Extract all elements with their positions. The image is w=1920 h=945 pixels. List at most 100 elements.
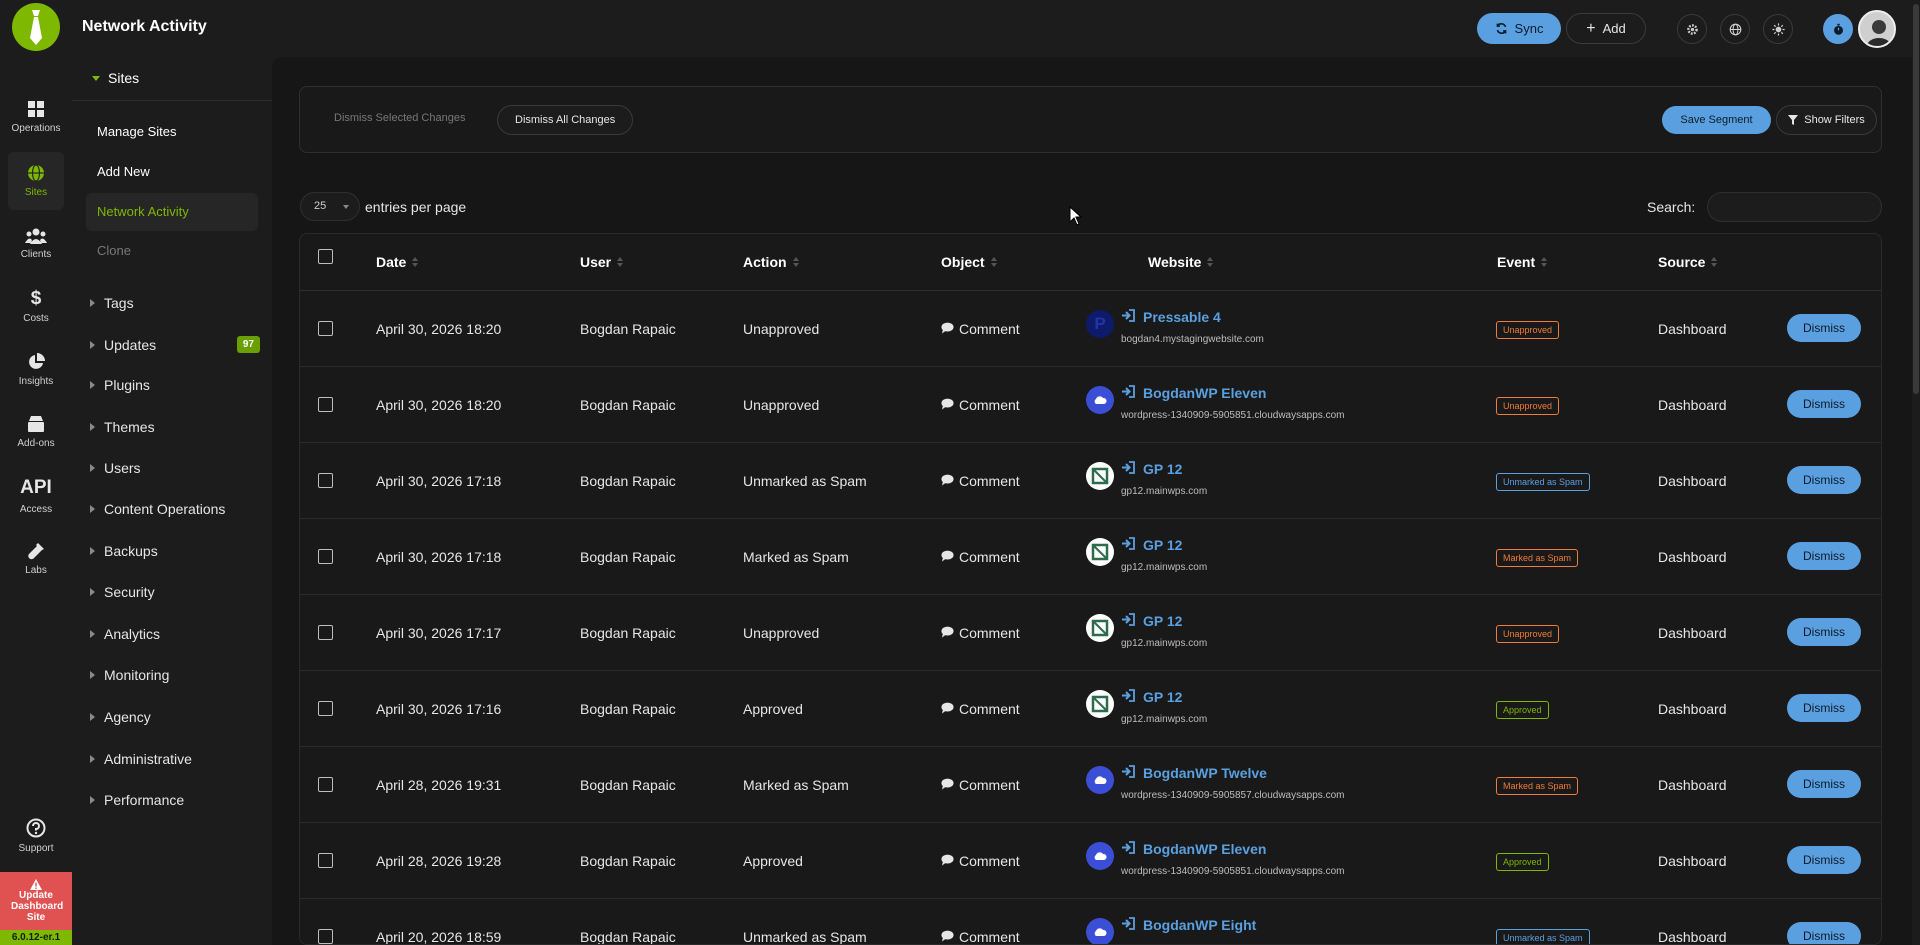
website-link[interactable]: Pressable 4 bbox=[1121, 309, 1221, 325]
sidebar-group-themes[interactable]: Themes bbox=[90, 419, 260, 435]
dismiss-selected-button[interactable]: Dismiss Selected Changes bbox=[334, 112, 465, 124]
cloudways-host-icon bbox=[1086, 842, 1114, 870]
rail-insights[interactable]: Insights bbox=[0, 341, 72, 399]
select-all-checkbox[interactable] bbox=[318, 249, 333, 264]
website-link[interactable]: GP 12 bbox=[1121, 613, 1182, 629]
theme-sun-icon[interactable] bbox=[1763, 14, 1793, 44]
column-header-website[interactable]: Website bbox=[1148, 254, 1214, 270]
sidebar-group-agency[interactable]: Agency bbox=[90, 709, 260, 725]
table-row: April 28, 2026 19:28 Bogdan Rapaic Approve… bbox=[300, 823, 1881, 899]
rail-clients[interactable]: Clients bbox=[0, 215, 72, 273]
column-header-source[interactable]: Source bbox=[1658, 254, 1718, 270]
sidebar-group-performance[interactable]: Performance bbox=[90, 792, 260, 808]
sidebar-group-administrative[interactable]: Administrative bbox=[90, 751, 260, 767]
table-row: April 30, 2026 17:18 Bogdan Rapaic Marked … bbox=[300, 519, 1881, 595]
website-link[interactable]: BogdanWP Eleven bbox=[1121, 385, 1266, 401]
app-root: Network Activity Sync + Add Operations S… bbox=[0, 0, 1920, 945]
rail-addons[interactable]: Add-ons bbox=[0, 403, 72, 461]
rail-access[interactable]: API Access bbox=[0, 467, 72, 525]
row-checkbox[interactable] bbox=[318, 929, 333, 944]
version-label: 6.0.12-er.1 bbox=[0, 930, 72, 945]
website-link[interactable]: GP 12 bbox=[1121, 461, 1182, 477]
website-link[interactable]: BogdanWP Eleven bbox=[1121, 841, 1266, 857]
sidebar-group-tags[interactable]: Tags bbox=[90, 295, 260, 311]
website-link[interactable]: GP 12 bbox=[1121, 537, 1182, 553]
row-checkbox[interactable] bbox=[318, 473, 333, 488]
dismiss-button[interactable]: Dismiss bbox=[1787, 618, 1861, 646]
row-checkbox[interactable] bbox=[318, 777, 333, 792]
website-link[interactable]: BogdanWP Twelve bbox=[1121, 765, 1267, 781]
chevron-right-icon bbox=[90, 547, 95, 555]
rail-sites[interactable]: Sites bbox=[8, 152, 64, 210]
sidebar-group-analytics[interactable]: Analytics bbox=[90, 626, 260, 642]
save-segment-button[interactable]: Save Segment bbox=[1662, 106, 1771, 134]
update-dashboard-button[interactable]: Update Dashboard Site bbox=[0, 872, 72, 930]
sidebar-item-manage-sites[interactable]: Manage Sites bbox=[97, 124, 177, 139]
column-label: Object bbox=[941, 254, 985, 270]
add-button[interactable]: + Add bbox=[1566, 13, 1646, 44]
show-filters-button[interactable]: Show Filters bbox=[1776, 105, 1877, 135]
row-checkbox[interactable] bbox=[318, 397, 333, 412]
row-checkbox[interactable] bbox=[318, 625, 333, 640]
search-input[interactable] bbox=[1707, 192, 1882, 222]
dismiss-button[interactable]: Dismiss bbox=[1787, 390, 1861, 418]
dismiss-button[interactable]: Dismiss bbox=[1787, 466, 1861, 494]
sidebar-group-content-operations[interactable]: Content Operations bbox=[90, 501, 260, 517]
sidebar-group-updates[interactable]: Updates 97 bbox=[90, 336, 260, 353]
sidebar-group-label: Analytics bbox=[104, 626, 161, 642]
user-avatar[interactable] bbox=[1858, 10, 1896, 48]
globe-icon[interactable] bbox=[1720, 14, 1750, 44]
sidebar-group-security[interactable]: Security bbox=[90, 584, 260, 600]
login-icon bbox=[1121, 917, 1135, 933]
settings-gear-icon[interactable] bbox=[1677, 14, 1707, 44]
website-name: BogdanWP Twelve bbox=[1143, 765, 1267, 781]
sidebar-item-network-activity[interactable]: Network Activity bbox=[86, 193, 258, 231]
sort-icon bbox=[412, 257, 419, 267]
timer-icon[interactable] bbox=[1823, 14, 1853, 44]
column-header-object[interactable]: Object bbox=[941, 254, 997, 270]
object-label: Comment bbox=[959, 473, 1020, 489]
website-link[interactable]: BogdanWP Eight bbox=[1121, 917, 1256, 933]
sidebar-group-plugins[interactable]: Plugins bbox=[90, 377, 260, 393]
object-label: Comment bbox=[959, 549, 1020, 565]
dismiss-button[interactable]: Dismiss bbox=[1787, 846, 1861, 874]
sites-sidebar: Sites Manage Sites Add New Network Activ… bbox=[72, 57, 272, 945]
mainwp-logo[interactable] bbox=[12, 3, 60, 51]
sidebar-group-monitoring[interactable]: Monitoring bbox=[90, 667, 260, 683]
rail-support[interactable]: Support bbox=[0, 807, 72, 865]
row-checkbox[interactable] bbox=[318, 321, 333, 336]
row-checkbox[interactable] bbox=[318, 701, 333, 716]
entries-value: 25 bbox=[314, 200, 327, 212]
dismiss-button[interactable]: Dismiss bbox=[1787, 314, 1861, 342]
sidebar-section-sites[interactable]: Sites bbox=[92, 70, 139, 86]
rail-operations[interactable]: Operations bbox=[0, 88, 72, 146]
column-header-action[interactable]: Action bbox=[743, 254, 799, 270]
sidebar-item-add-new[interactable]: Add New bbox=[97, 164, 150, 179]
column-header-date[interactable]: Date bbox=[376, 254, 419, 270]
event-badge: Unapproved bbox=[1496, 321, 1560, 339]
rail-costs[interactable]: $ Costs bbox=[0, 278, 72, 336]
flask-icon bbox=[28, 543, 44, 560]
row-checkbox[interactable] bbox=[318, 853, 333, 868]
page-scrollbar-thumb[interactable] bbox=[1913, 4, 1919, 394]
sidebar-group-users[interactable]: Users bbox=[90, 460, 260, 476]
sidebar-group-backups[interactable]: Backups bbox=[90, 543, 260, 559]
entries-per-page-select[interactable]: 25 bbox=[300, 192, 360, 221]
dismiss-button[interactable]: Dismiss bbox=[1787, 770, 1861, 798]
dismiss-button[interactable]: Dismiss bbox=[1787, 694, 1861, 722]
row-checkbox[interactable] bbox=[318, 549, 333, 564]
column-header-user[interactable]: User bbox=[580, 254, 624, 270]
update-notice-text: Update Dashboard Site bbox=[11, 890, 64, 923]
dismiss-button[interactable]: Dismiss bbox=[1787, 922, 1861, 944]
website-link[interactable]: GP 12 bbox=[1121, 689, 1182, 705]
column-header-event[interactable]: Event bbox=[1497, 254, 1548, 270]
dismiss-all-button[interactable]: Dismiss All Changes bbox=[497, 105, 634, 135]
website-url: gp12.mainwps.com bbox=[1121, 638, 1208, 649]
gridpane-host-icon bbox=[1086, 614, 1114, 642]
rail-labs[interactable]: Labs bbox=[0, 530, 72, 588]
dismiss-button[interactable]: Dismiss bbox=[1787, 542, 1861, 570]
sidebar-item-clone[interactable]: Clone bbox=[97, 243, 131, 258]
object-label: Comment bbox=[959, 777, 1020, 793]
sync-button[interactable]: Sync bbox=[1477, 13, 1561, 44]
cell-object: Comment bbox=[941, 625, 1020, 641]
